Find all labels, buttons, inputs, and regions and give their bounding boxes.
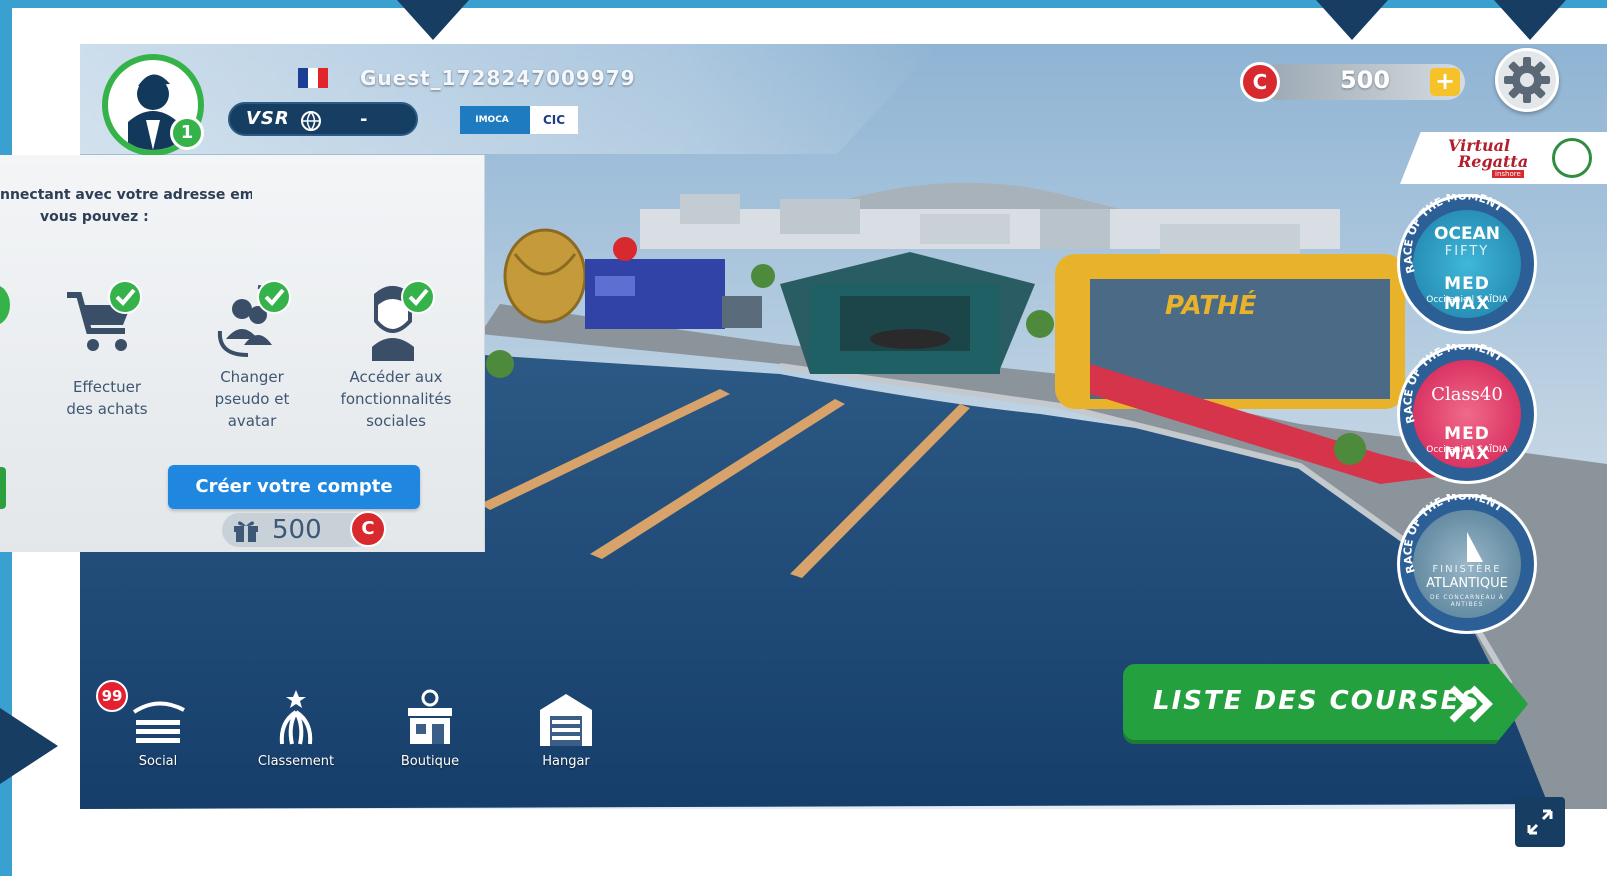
nav-classement-button[interactable]: Classement (241, 686, 351, 776)
imoca-cic-badge[interactable]: IMOCA CIC (460, 106, 578, 134)
expand-icon (1527, 809, 1553, 835)
check-icon (0, 285, 10, 325)
vsr-logo: VSR (246, 108, 290, 129)
coin-icon: C (1240, 62, 1280, 102)
shopping-cart-icon (67, 280, 142, 351)
pointer-arrow-icon (1494, 0, 1566, 40)
login-button-edge[interactable] (0, 467, 6, 509)
account-benefits-panel: nnectant avec votre adresse email, vous … (0, 155, 485, 552)
regatta-emblem-icon (1552, 138, 1592, 178)
pointer-arrow-icon (0, 708, 58, 784)
coins-balance: 500 (1339, 66, 1391, 94)
imoca-logo: IMOCA (460, 106, 524, 134)
social-icon (132, 701, 185, 743)
france-flag-icon (298, 68, 328, 88)
player-username: Guest_1728247009979 (360, 66, 636, 90)
vsr-rank-value: - (360, 109, 368, 130)
signup-reward-pill: 500 C (222, 511, 386, 547)
panel-intro-line1: nnectant avec votre adresse email, (0, 187, 252, 203)
race-class40-medmax[interactable]: RACE OF THE MOMENT Class40 MED MAX Occit… (1397, 344, 1537, 484)
settings-button[interactable] (1495, 48, 1559, 112)
globe-icon (301, 111, 321, 132)
gear-icon (1504, 57, 1550, 103)
vsr-rank-pill[interactable]: VSR - (228, 102, 418, 136)
nav-hangar-button[interactable]: Hangar (511, 686, 621, 776)
cic-logo: CIC (524, 106, 578, 134)
create-account-button[interactable]: Créer votre compte (168, 465, 420, 509)
page: PATHÉ 1 Guest_1728247009979 VSR - IMOCA … (0, 0, 1607, 876)
shop-icon (408, 689, 452, 744)
add-coins-button[interactable]: + (1430, 68, 1460, 96)
player-header-strip (80, 44, 940, 154)
liste-des-courses-button[interactable]: LISTE DES COURSES (1123, 664, 1528, 744)
trophy-icon (279, 690, 313, 745)
svg-text:PATHÉ: PATHÉ (1165, 289, 1257, 321)
change-user-icon (217, 280, 291, 357)
pointer-arrow-icon (1316, 0, 1388, 40)
gift-icon (234, 521, 258, 542)
virtual-regatta-logo: Virtual Regatta inshore (1400, 132, 1607, 184)
double-chevron-right-icon (1449, 685, 1493, 723)
fullscreen-button[interactable] (1515, 797, 1565, 847)
panel-intro-line2: vous pouvez : (40, 209, 149, 225)
nav-boutique-button[interactable]: Boutique (375, 686, 485, 776)
coin-icon: C (350, 511, 386, 547)
race-ocean-fifty-medmax[interactable]: RACE OF THE MOMENT OCEAN FIFTY MED MAX O… (1397, 194, 1537, 334)
hangar-icon (540, 694, 592, 746)
svg-text:RACE OF THE MOMENT: RACE OF THE MOMENT (1401, 494, 1505, 575)
race-finistere-atlantique[interactable]: RACE OF THE MOMENT FINISTÈRE ATLANTIQUE … (1397, 494, 1537, 634)
player-level-badge: 1 (170, 116, 204, 150)
social-profile-icon (372, 280, 435, 361)
social-notification-badge: 99 (96, 680, 128, 712)
signup-reward-value: 500 (272, 515, 322, 545)
pointer-arrow-icon (397, 0, 469, 40)
